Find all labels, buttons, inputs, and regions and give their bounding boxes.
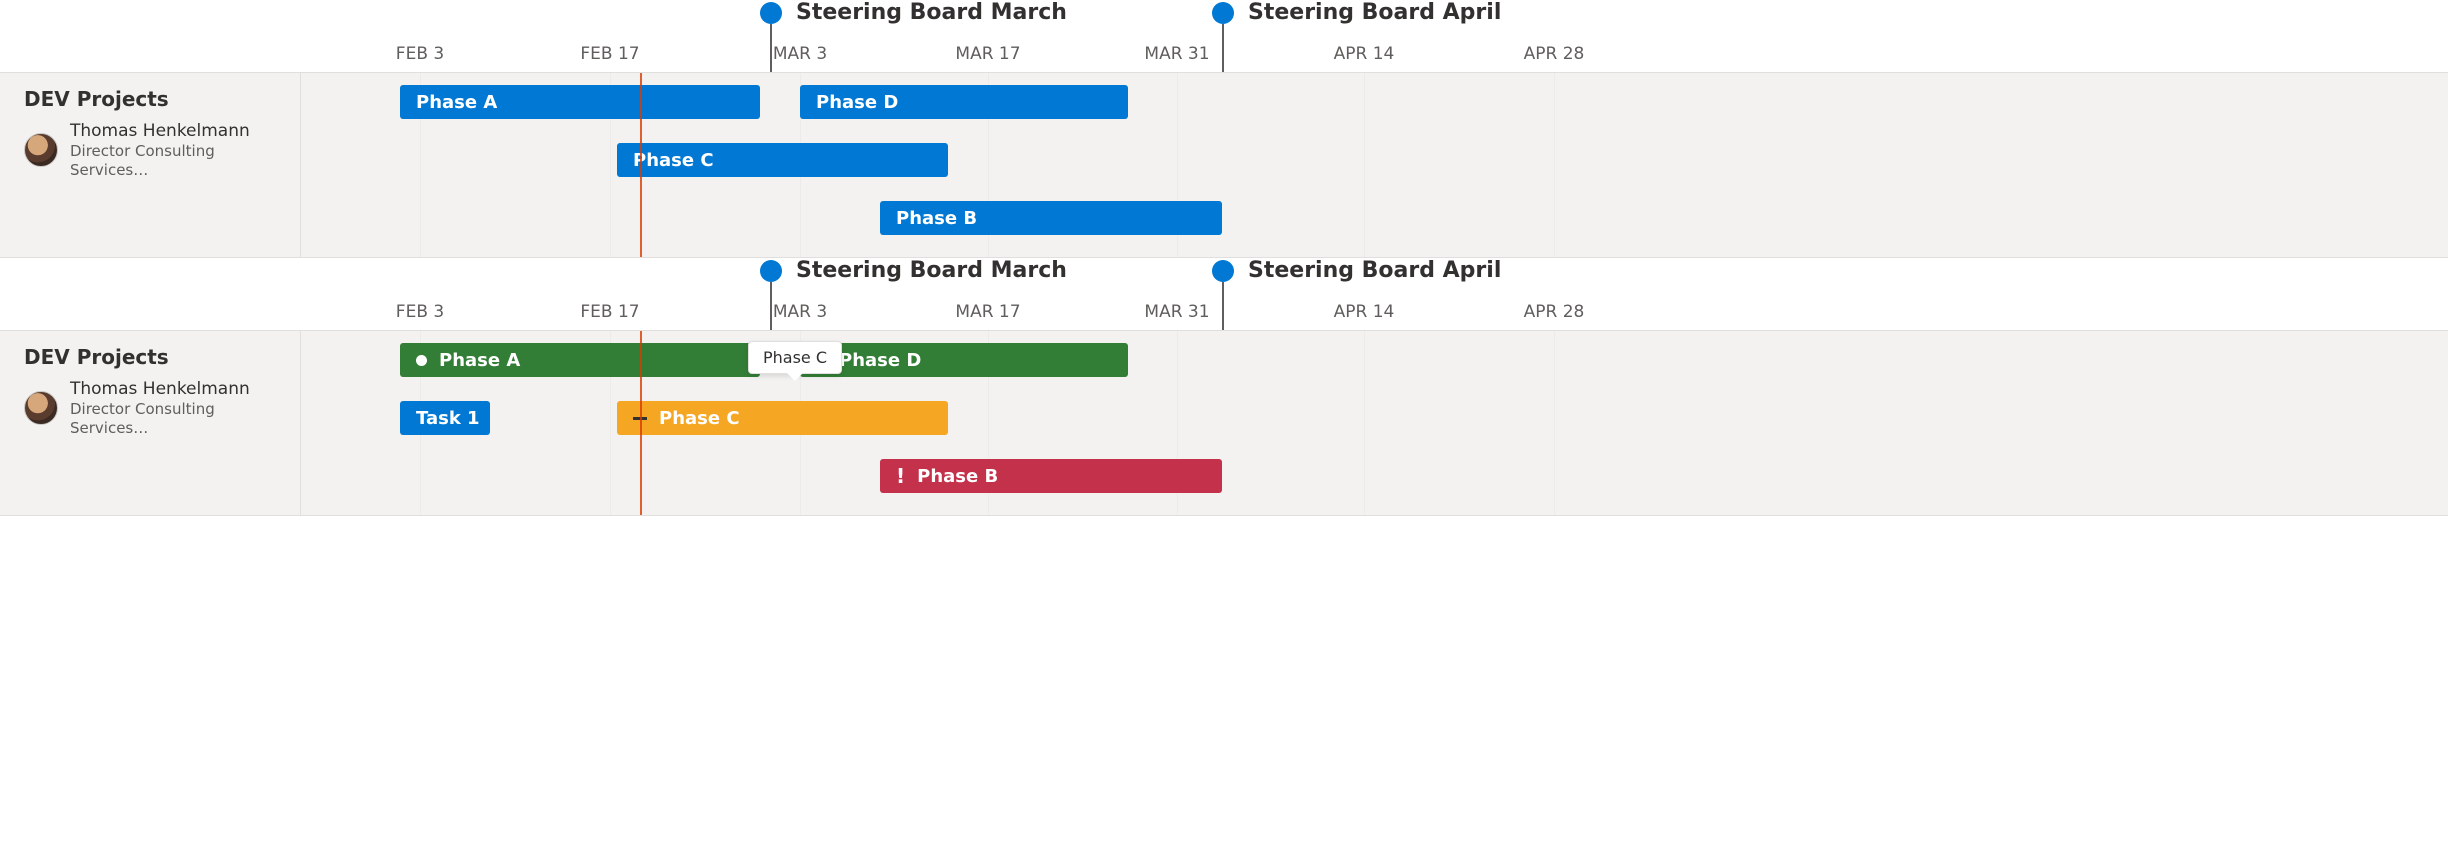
- task-bar-label: Phase C: [633, 150, 714, 171]
- task-bar-label: Phase A: [439, 350, 520, 371]
- avatar: [24, 133, 58, 167]
- project-title: DEV Projects: [24, 345, 276, 369]
- task-bar-label: Phase D: [839, 350, 921, 371]
- task-bar-label: Phase B: [917, 466, 998, 487]
- task-bar-label: Task 1: [416, 408, 480, 429]
- axis-tick: FEB 3: [396, 44, 444, 64]
- axis-tick: MAR 17: [955, 44, 1020, 64]
- task-bar[interactable]: Phase C: [617, 143, 948, 177]
- project-title: DEV Projects: [24, 87, 276, 111]
- axis-tick: APR 14: [1334, 302, 1395, 322]
- task-bar-label: Phase C: [659, 408, 740, 429]
- person[interactable]: Thomas HenkelmannDirector Consulting Ser…: [24, 379, 276, 438]
- person-name: Thomas Henkelmann: [70, 379, 276, 400]
- axis-tick: APR 14: [1334, 44, 1395, 64]
- task-bar-label: Phase D: [816, 92, 898, 113]
- axis-tick: FEB 3: [396, 302, 444, 322]
- milestone-label: Steering Board March: [796, 258, 1067, 283]
- milestone[interactable]: Steering Board March: [760, 258, 1067, 283]
- milestone[interactable]: Steering Board March: [760, 0, 1067, 25]
- milestone-pin-icon: [760, 2, 782, 24]
- task-bar[interactable]: Task 1: [400, 401, 490, 435]
- timeline-header: Steering Board March Steering Board April…: [0, 258, 2448, 330]
- milestone-pin-icon: [760, 260, 782, 282]
- axis-tick: APR 28: [1524, 44, 1585, 64]
- person-role: Director Consulting Services…: [70, 142, 276, 180]
- task-bar-label: Phase A: [416, 92, 497, 113]
- axis-tick: APR 28: [1524, 302, 1585, 322]
- today-line: [640, 73, 642, 257]
- milestone[interactable]: Steering Board April: [1212, 0, 1501, 25]
- task-bar-label: Phase B: [896, 208, 977, 229]
- milestone-label: Steering Board April: [1248, 258, 1501, 283]
- task-bar[interactable]: Phase C: [617, 401, 948, 435]
- milestone-pin-icon: [1212, 2, 1234, 24]
- task-bar[interactable]: Phase A: [400, 343, 760, 377]
- axis-tick: MAR 3: [773, 302, 827, 322]
- tooltip: Phase C: [748, 341, 842, 374]
- task-bar[interactable]: Phase B: [880, 201, 1222, 235]
- axis-tick: MAR 31: [1144, 44, 1209, 64]
- milestone-label: Steering Board April: [1248, 0, 1501, 25]
- task-bar[interactable]: Phase A: [400, 85, 760, 119]
- person[interactable]: Thomas HenkelmannDirector Consulting Ser…: [24, 121, 276, 180]
- axis-tick: MAR 3: [773, 44, 827, 64]
- milestone-pin-icon: [1212, 260, 1234, 282]
- axis-tick: FEB 17: [580, 44, 639, 64]
- milestone[interactable]: Steering Board April: [1212, 258, 1501, 283]
- status-at-risk-icon: !: [896, 464, 905, 488]
- task-bar[interactable]: ! Phase B: [880, 459, 1222, 493]
- gantt-row: DEV Projects Thomas HenkelmannDirector Co…: [0, 72, 2448, 258]
- person-name: Thomas Henkelmann: [70, 121, 276, 142]
- timeline-header: Steering Board March Steering Board April…: [0, 0, 2448, 72]
- today-line: [640, 331, 642, 515]
- row-left-panel: DEV Projects Thomas HenkelmannDirector Co…: [0, 73, 300, 257]
- status-on-track-icon: [416, 355, 427, 366]
- avatar: [24, 391, 58, 425]
- axis-tick: MAR 31: [1144, 302, 1209, 322]
- person-role: Director Consulting Services…: [70, 400, 276, 438]
- gantt-row: DEV Projects Thomas HenkelmannDirector Co…: [0, 330, 2448, 516]
- task-bar[interactable]: Phase D: [800, 85, 1128, 119]
- milestone-label: Steering Board March: [796, 0, 1067, 25]
- axis-tick: FEB 17: [580, 302, 639, 322]
- row-left-panel: DEV Projects Thomas HenkelmannDirector Co…: [0, 331, 300, 515]
- task-bar[interactable]: Phase D: [800, 343, 1128, 377]
- axis-tick: MAR 17: [955, 302, 1020, 322]
